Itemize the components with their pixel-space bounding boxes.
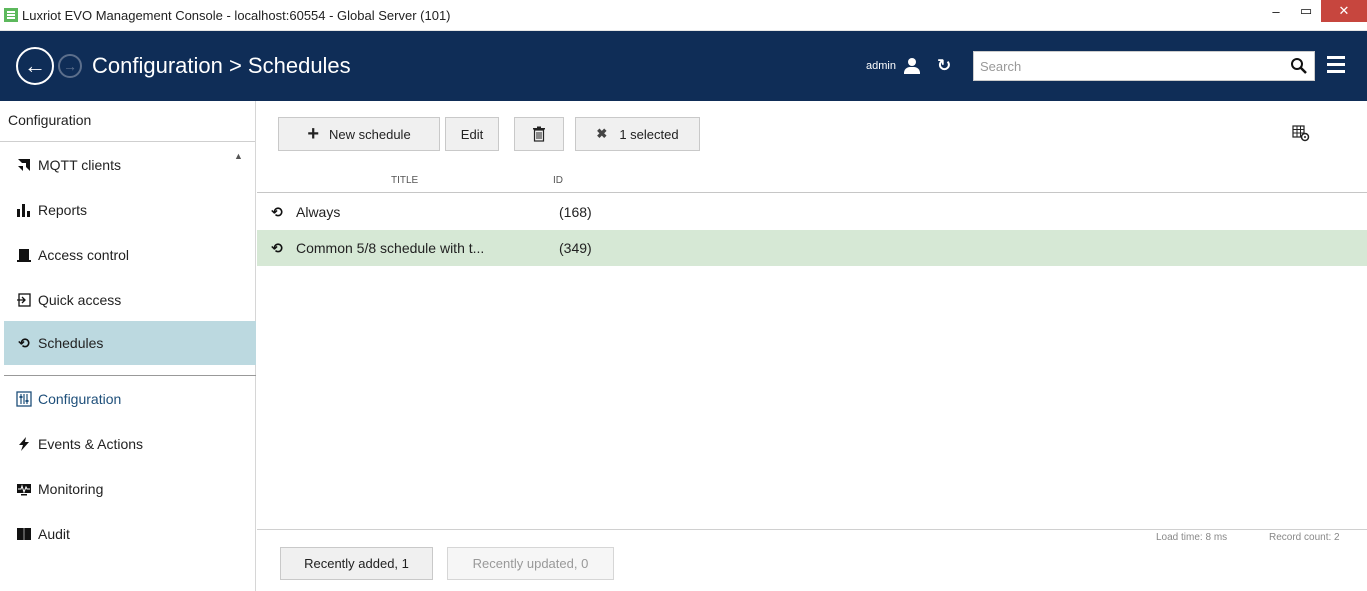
window-controls: ‒ ▭ ✕ [1261,0,1367,30]
sidebar-item-mqtt-clients[interactable]: MQTT clients [4,143,256,187]
table-row[interactable]: ⟲ Common 5/8 schedule with t... (349) [257,230,1367,266]
sidebar-section-label: Events & Actions [38,436,144,452]
sidebar-divider [4,375,256,376]
selected-count-label: 1 selected [619,126,679,142]
user-name[interactable]: admin [866,60,896,72]
sidebar-item-label: Schedules [38,335,104,351]
sidebar-section-events-actions[interactable]: Events & Actions [4,422,256,466]
close-button[interactable]: ✕ [1321,0,1367,22]
sidebar-item-label: Reports [38,202,88,218]
close-x-icon: ✖ [596,126,608,141]
configuration-icon [16,391,32,407]
arrow-left-icon: ← [24,53,46,78]
schedule-icon: ⟲ [18,334,30,351]
user-icon[interactable] [903,58,920,74]
sidebar-section-configuration[interactable]: Configuration [4,377,256,421]
bar-chart-icon [16,202,32,218]
schedule-icon: ⟲ [271,203,283,220]
sidebar-item-label: Quick access [38,292,122,308]
column-header-id[interactable]: ID [553,175,563,186]
door-icon [16,247,32,263]
new-schedule-label: New schedule [329,126,411,142]
sidebar-header: Configuration [0,101,255,142]
sidebar: Configuration ▲ MQTT clients Reports Acc… [0,101,256,591]
status-divider [257,529,1367,530]
window-titlebar: Luxriot EVO Management Console - localho… [0,0,1367,31]
search-box [973,51,1315,81]
rss-icon [16,157,32,173]
app-logo-icon [4,8,18,22]
sidebar-section-label: Monitoring [38,481,104,497]
lightning-icon [16,436,32,452]
toolbar: + New schedule Edit ✖ 1 selected [257,101,1367,165]
new-schedule-button[interactable]: + New schedule [278,117,440,151]
sidebar-section-audit[interactable]: Audit [4,512,256,556]
recently-added-button[interactable]: Recently added, 1 [280,547,433,580]
hamburger-menu-icon[interactable] [1327,56,1345,74]
row-id: (168) [559,204,592,220]
window-title: Luxriot EVO Management Console - localho… [22,7,451,23]
sidebar-section-label: Configuration [38,391,122,407]
monitoring-icon [16,481,32,497]
column-header-title[interactable]: TITLE [391,175,418,186]
sidebar-item-access-control[interactable]: Access control [4,233,256,277]
search-icon[interactable] [1290,57,1308,75]
minimize-button[interactable]: ‒ [1261,0,1291,22]
table-row[interactable]: ⟲ Always (168) [257,194,1367,230]
sidebar-section-monitoring[interactable]: Monitoring [4,467,256,511]
app-header: ← → Configuration > Schedules admin ↻ [0,31,1367,101]
plus-icon: + [307,123,320,145]
delete-button[interactable] [514,117,564,151]
sidebar-item-schedules[interactable]: ⟲ Schedules [4,321,256,365]
refresh-icon[interactable]: ↻ [937,56,951,76]
sidebar-item-label: Access control [38,247,130,263]
back-button[interactable]: ← [16,47,54,85]
arrow-right-icon: → [63,58,77,74]
clear-selection-button[interactable]: ✖ 1 selected [575,117,700,151]
sidebar-section-label: Audit [38,526,70,542]
record-count: Record count: 2 [1269,532,1340,543]
row-id: (349) [559,240,592,256]
edit-label: Edit [460,126,484,142]
schedule-icon: ⟲ [271,239,283,256]
quick-access-icon [16,292,32,308]
sidebar-item-label: MQTT clients [38,157,121,173]
grid-settings-icon[interactable] [1291,123,1311,143]
book-icon [16,526,32,542]
trash-icon [533,126,545,142]
search-input[interactable] [974,52,1274,80]
forward-button[interactable]: → [58,54,82,78]
table-header: TITLE ID [257,165,1367,193]
maximize-button[interactable]: ▭ [1291,0,1321,22]
row-title: Common 5/8 schedule with t... [296,240,485,256]
main-content: + New schedule Edit ✖ 1 selected TITLE I… [257,101,1367,591]
sidebar-item-quick-access[interactable]: Quick access [4,278,256,322]
load-time: Load time: 8 ms [1156,532,1228,543]
recently-updated-button[interactable]: Recently updated, 0 [447,547,614,580]
breadcrumb: Configuration > Schedules [92,53,351,78]
edit-button[interactable]: Edit [445,117,499,151]
user-area: admin ↻ [866,31,963,101]
sidebar-item-reports[interactable]: Reports [4,188,256,232]
row-title: Always [296,204,341,220]
